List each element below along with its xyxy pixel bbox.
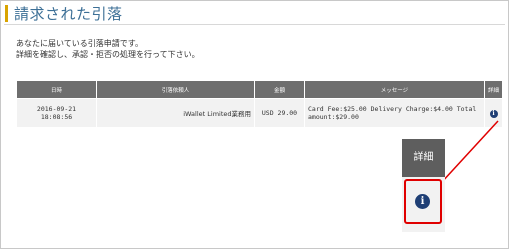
- info-circle-icon-enlarged[interactable]: i: [415, 194, 430, 209]
- callout-detail-header: 詳細: [402, 139, 445, 177]
